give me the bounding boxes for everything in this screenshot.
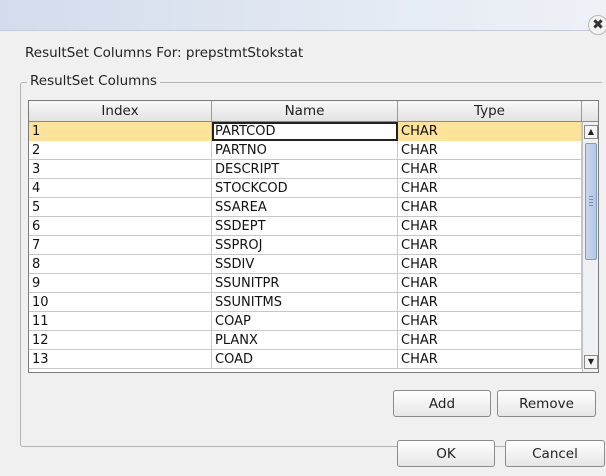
cell-type: CHAR — [398, 179, 582, 198]
table-row[interactable]: 12 PLANX CHAR — [29, 331, 582, 350]
column-header-name[interactable]: Name — [212, 101, 398, 121]
cell-index: 12 — [29, 331, 212, 350]
cell-index: 6 — [29, 217, 212, 236]
cell-index: 4 — [29, 179, 212, 198]
header-corner — [582, 101, 598, 121]
cell-index: 1 — [29, 122, 212, 141]
column-header-index[interactable]: Index — [29, 101, 212, 121]
cell-name[interactable]: DESCRIPT — [212, 160, 398, 179]
cell-name[interactable]: SSUNITPR — [212, 274, 398, 293]
scroll-up-icon[interactable]: ▲ — [584, 125, 598, 139]
cell-name[interactable]: COAD — [212, 350, 398, 369]
column-header-type[interactable]: Type — [398, 101, 582, 121]
cell-name[interactable]: COAP — [212, 312, 398, 331]
cell-type: CHAR — [398, 160, 582, 179]
table-body: 1 PARTCOD CHAR 2 PARTNO CHAR 3 DESCRIPT CHAR 4 STO… — [29, 122, 582, 372]
cell-index: 11 — [29, 312, 212, 331]
table-row[interactable]: 13 COAD CHAR — [29, 350, 582, 369]
scroll-down-icon[interactable]: ▼ — [584, 355, 598, 369]
cell-type: CHAR — [398, 141, 582, 160]
grip-line — [589, 199, 593, 200]
remove-button[interactable]: Remove — [497, 390, 596, 417]
table-row[interactable]: 11 COAP CHAR — [29, 312, 582, 331]
table-row[interactable]: 10 SSUNITMS CHAR — [29, 293, 582, 312]
cell-name[interactable]: PARTCOD — [212, 122, 398, 141]
cell-type: CHAR — [398, 350, 582, 369]
grip-line — [589, 205, 593, 206]
cell-index: 9 — [29, 274, 212, 293]
cell-name[interactable]: SSPROJ — [212, 236, 398, 255]
cell-name[interactable]: STOCKCOD — [212, 179, 398, 198]
cell-type: CHAR — [398, 255, 582, 274]
cell-type: CHAR — [398, 217, 582, 236]
cancel-button[interactable]: Cancel — [505, 440, 605, 467]
cell-name[interactable]: PARTNO — [212, 141, 398, 160]
table-row[interactable]: 8 SSDIV CHAR — [29, 255, 582, 274]
table-row[interactable]: 3 DESCRIPT CHAR — [29, 160, 582, 179]
grip-line — [589, 202, 593, 203]
group-legend: ResultSet Columns — [27, 73, 160, 89]
cell-name[interactable]: SSUNITMS — [212, 293, 398, 312]
title-bar: ✖ — [0, 0, 606, 35]
cell-type: CHAR — [398, 312, 582, 331]
cell-index: 8 — [29, 255, 212, 274]
table-row[interactable]: 9 SSUNITPR CHAR — [29, 274, 582, 293]
cell-type: CHAR — [398, 236, 582, 255]
cell-name[interactable]: PLANX — [212, 331, 398, 350]
table-row[interactable]: 5 SSAREA CHAR — [29, 198, 582, 217]
cell-type: CHAR — [398, 331, 582, 350]
ok-button[interactable]: OK — [397, 440, 495, 467]
cell-type: CHAR — [398, 122, 582, 141]
scroll-thumb[interactable] — [585, 143, 597, 260]
table-row[interactable]: 1 PARTCOD CHAR — [29, 122, 582, 141]
table-header: Index Name Type — [29, 101, 598, 122]
grip-line — [589, 196, 593, 197]
cell-index: 13 — [29, 350, 212, 369]
cell-index: 10 — [29, 293, 212, 312]
cell-type: CHAR — [398, 293, 582, 312]
cell-index: 7 — [29, 236, 212, 255]
cell-name[interactable]: SSAREA — [212, 198, 398, 217]
table-row[interactable]: 4 STOCKCOD CHAR — [29, 179, 582, 198]
cell-type: CHAR — [398, 274, 582, 293]
cell-index: 2 — [29, 141, 212, 160]
cell-name[interactable]: SSDIV — [212, 255, 398, 274]
columns-table: Index Name Type 1 PARTCOD CHAR 2 PARTNO CHAR 3… — [28, 100, 599, 373]
cell-index: 5 — [29, 198, 212, 217]
cell-name[interactable]: SSDEPT — [212, 217, 398, 236]
dialog-label: ResultSet Columns For: prepstmtStokstat — [25, 45, 304, 61]
table-row[interactable]: 7 SSPROJ CHAR — [29, 236, 582, 255]
table-row[interactable]: 6 SSDEPT CHAR — [29, 217, 582, 236]
cell-type: CHAR — [398, 198, 582, 217]
cell-index: 3 — [29, 160, 212, 179]
add-button[interactable]: Add — [393, 390, 491, 417]
close-icon[interactable]: ✖ — [588, 15, 606, 35]
table-row[interactable]: 2 PARTNO CHAR — [29, 141, 582, 160]
vertical-scrollbar[interactable]: ▲ ▼ — [582, 122, 598, 372]
